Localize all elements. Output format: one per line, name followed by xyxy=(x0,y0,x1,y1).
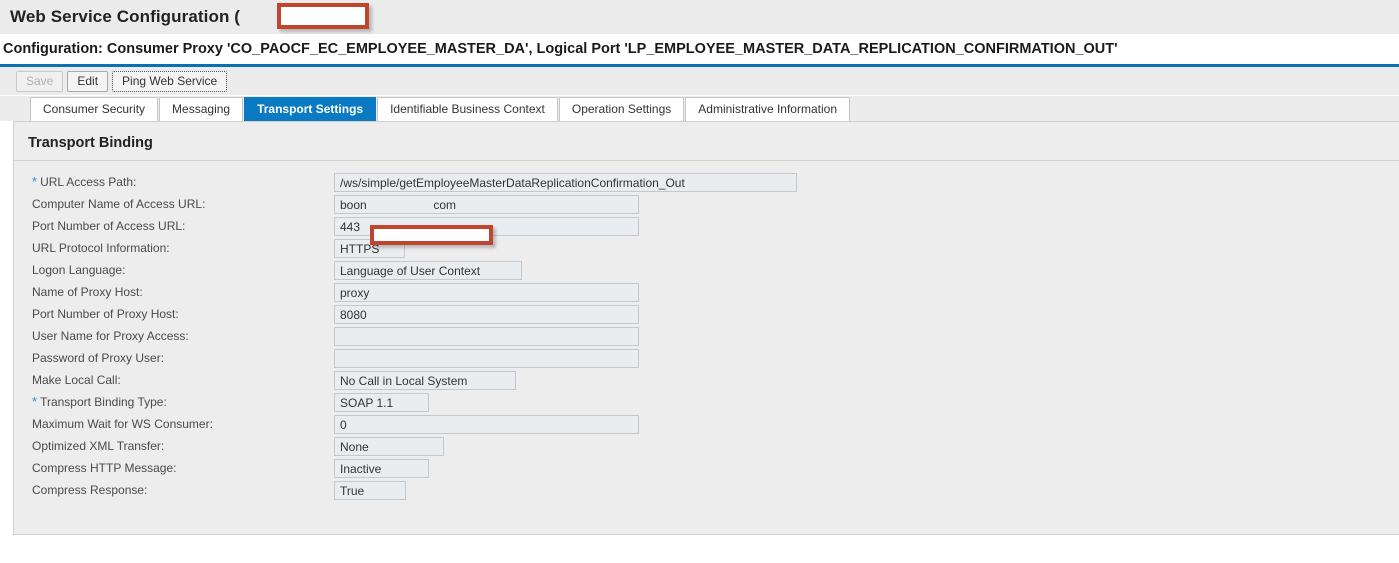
field-label-cell: * Transport Binding Type: xyxy=(14,395,334,409)
field-label: Maximum Wait for WS Consumer: xyxy=(32,417,213,431)
field-label-cell: Compress Response: xyxy=(14,483,334,497)
field-value-cell xyxy=(334,326,639,346)
form-row: Port Number of Access URL: 443 xyxy=(14,215,1399,237)
field-input[interactable]: SOAP 1.1 xyxy=(334,392,429,412)
field-input[interactable]: /ws/simple/getEmployeeMasterDataReplicat… xyxy=(334,172,797,192)
tab-operation-settings[interactable]: Operation Settings xyxy=(558,97,685,121)
page-title: Web Service Configuration ( xyxy=(10,7,241,26)
field-label-cell: Maximum Wait for WS Consumer: xyxy=(14,417,334,431)
field-label-cell: Computer Name of Access URL: xyxy=(14,197,334,211)
field-label-cell: Optimized XML Transfer: xyxy=(14,439,334,453)
form-row: Optimized XML Transfer: None xyxy=(14,435,1399,457)
form-row: Compress Response: True xyxy=(14,479,1399,501)
field-label: Computer Name of Access URL: xyxy=(32,197,206,211)
field-value-cell: SOAP 1.1 xyxy=(334,392,429,412)
field-label: Name of Proxy Host: xyxy=(32,285,143,299)
field-input[interactable] xyxy=(334,348,639,368)
edit-button[interactable]: Edit xyxy=(67,70,109,92)
form-row: Password of Proxy User: xyxy=(14,347,1399,369)
save-button[interactable]: Save xyxy=(16,70,64,92)
field-value-cell: /ws/simple/getEmployeeMasterDataReplicat… xyxy=(334,172,797,192)
field-label-cell: URL Protocol Information: xyxy=(14,241,334,255)
tab-messaging[interactable]: Messaging xyxy=(159,97,244,121)
form-row: Name of Proxy Host: proxy xyxy=(14,281,1399,303)
field-label-cell: Password of Proxy User: xyxy=(14,351,334,365)
field-label: URL Access Path: xyxy=(40,175,137,189)
tab-identifiable-business-context[interactable]: Identifiable Business Context xyxy=(377,97,558,121)
field-label-cell: User Name for Proxy Access: xyxy=(14,329,334,343)
field-label: Password of Proxy User: xyxy=(32,351,165,365)
field-label: Logon Language: xyxy=(32,263,126,277)
field-label: Transport Binding Type: xyxy=(40,395,167,409)
form-row: Make Local Call: No Call in Local System xyxy=(14,369,1399,391)
form-row: * URL Access Path:/ws/simple/getEmployeeM… xyxy=(14,171,1399,193)
tab-transport-settings[interactable]: Transport Settings xyxy=(244,97,377,121)
page-header: Web Service Configuration ( xyxy=(0,0,1399,34)
action-toolbar: Save Edit Ping Web Service xyxy=(0,67,1399,96)
field-value-cell: 8080 xyxy=(334,304,639,324)
field-input[interactable]: Inactive xyxy=(334,458,429,478)
field-label: Make Local Call: xyxy=(32,373,121,387)
form-row: Port Number of Proxy Host: 8080 xyxy=(14,303,1399,325)
required-asterisk-icon: * xyxy=(32,394,38,409)
section-title: Transport Binding xyxy=(28,135,153,151)
field-label: Port Number of Access URL: xyxy=(32,219,186,233)
field-input[interactable]: 8080 xyxy=(334,304,639,324)
field-label-cell: Logon Language: xyxy=(14,263,334,277)
field-input[interactable]: 0 xyxy=(334,414,639,434)
redaction-box-title xyxy=(277,3,369,29)
field-label-cell: Port Number of Proxy Host: xyxy=(14,307,334,321)
transport-binding-form: * URL Access Path:/ws/simple/getEmployeeM… xyxy=(14,161,1399,501)
required-asterisk-icon: * xyxy=(32,174,38,189)
field-label: Compress Response: xyxy=(32,483,148,497)
field-label-cell: Name of Proxy Host: xyxy=(14,285,334,299)
field-input[interactable]: boon com xyxy=(334,194,639,214)
field-value-cell xyxy=(334,348,639,368)
field-label: Optimized XML Transfer: xyxy=(32,439,165,453)
field-input[interactable]: True xyxy=(334,480,406,500)
field-value-cell: proxy xyxy=(334,282,639,302)
field-input[interactable]: proxy xyxy=(334,282,639,302)
form-row: Computer Name of Access URL: boon com xyxy=(14,193,1399,215)
field-value-cell: True xyxy=(334,480,406,500)
tab-strip: Consumer Security Messaging Transport Sett… xyxy=(0,96,1399,121)
form-row: Maximum Wait for WS Consumer: 0 xyxy=(14,413,1399,435)
tab-consumer-security[interactable]: Consumer Security xyxy=(30,97,159,121)
field-label: Compress HTTP Message: xyxy=(32,461,177,475)
field-input[interactable]: Language of User Context xyxy=(334,260,522,280)
field-label-cell: Compress HTTP Message: xyxy=(14,461,334,475)
field-value-cell: Language of User Context xyxy=(334,260,522,280)
field-label-cell: Make Local Call: xyxy=(14,373,334,387)
field-label: User Name for Proxy Access: xyxy=(32,329,189,343)
field-value-cell: 0 xyxy=(334,414,639,434)
configuration-subtitle: Configuration: Consumer Proxy 'CO_PAOCF_… xyxy=(3,41,1118,57)
field-label-cell: Port Number of Access URL: xyxy=(14,219,334,233)
field-value-cell: No Call in Local System xyxy=(334,370,516,390)
field-label: URL Protocol Information: xyxy=(32,241,170,255)
configuration-subtitle-bar: Configuration: Consumer Proxy 'CO_PAOCF_… xyxy=(0,34,1399,64)
form-row: Logon Language: Language of User Context xyxy=(14,259,1399,281)
field-input[interactable]: No Call in Local System xyxy=(334,370,516,390)
field-value-cell: None xyxy=(334,436,444,456)
field-value-cell: Inactive xyxy=(334,458,429,478)
form-row: URL Protocol Information: HTTPS xyxy=(14,237,1399,259)
redaction-box-hostname xyxy=(370,225,493,245)
form-row: User Name for Proxy Access: xyxy=(14,325,1399,347)
field-label: Port Number of Proxy Host: xyxy=(32,307,179,321)
field-input[interactable]: None xyxy=(334,436,444,456)
form-row: * Transport Binding Type: SOAP 1.1 xyxy=(14,391,1399,413)
tab-administrative-information[interactable]: Administrative Information xyxy=(685,97,850,121)
transport-settings-panel: Transport Binding * URL Access Path:/ws/s… xyxy=(13,121,1399,535)
ping-web-service-button[interactable]: Ping Web Service xyxy=(112,70,228,92)
field-value-cell: boon com xyxy=(334,194,639,214)
field-label-cell: * URL Access Path: xyxy=(14,175,334,189)
form-row: Compress HTTP Message: Inactive xyxy=(14,457,1399,479)
field-input[interactable] xyxy=(334,326,639,346)
